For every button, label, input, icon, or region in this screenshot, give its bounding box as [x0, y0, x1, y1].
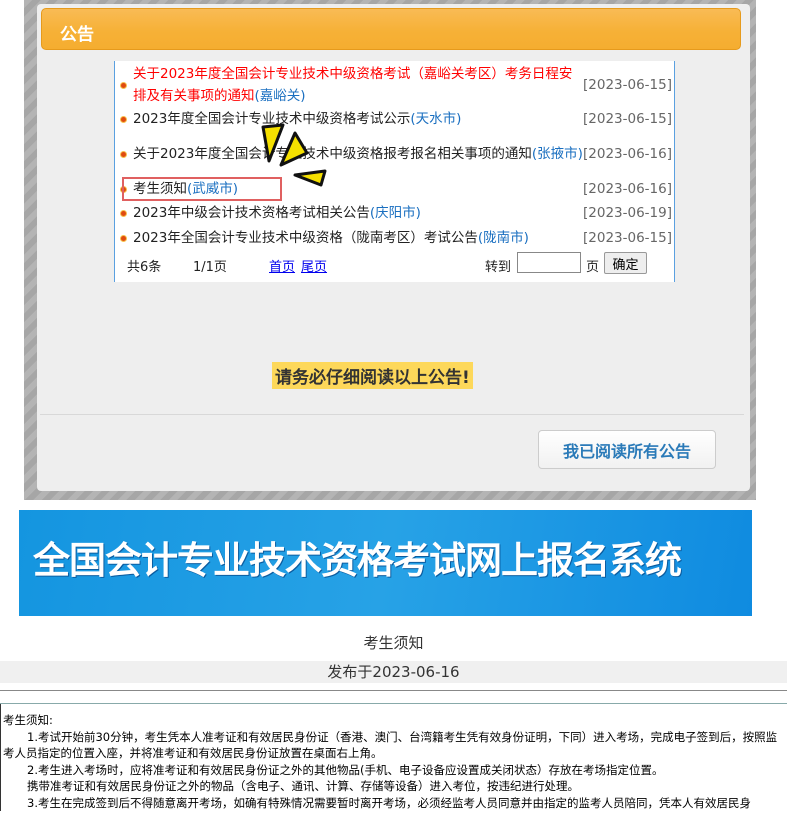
list-item[interactable]: 关于2023年度全国会计专业技术中级资格考试（嘉峪关考区）考务日程安排及有关事项… — [115, 63, 676, 107]
item-title: 2023年中级会计技术资格考试相关公告 — [133, 205, 370, 221]
article-paragraph: 2.考生进入考场时，应将准考证和有效居民身份证之外的其他物品(手机、电子设备应设… — [27, 762, 664, 777]
bullet-icon — [121, 151, 126, 157]
article-paragraph: 携带准考证和有效居民身份证之外的物品（含电子、通讯、计算、存储等设备）进入考位，… — [27, 779, 579, 793]
bullet-icon — [121, 82, 126, 88]
article-paragraph: 3.考生在完成签到后不得随意离开考场，如确有特殊情况需要暂时离开考场，必须经监考… — [27, 795, 751, 810]
announcement-link[interactable]: 关于2023年度全国会计专业技术中级资格考试（嘉峪关考区）考务日程安排及有关事项… — [133, 63, 583, 107]
item-title: 关于2023年度全国会计专业技术中级资格考试（嘉峪关考区）考务日程安排及有关事项… — [133, 66, 573, 104]
item-date: [2023-06-16] — [583, 146, 672, 162]
item-date: [2023-06-15] — [583, 77, 672, 93]
list-item[interactable]: 2023年中级会计技术资格考试相关公告(庆阳市) [2023-06-19] — [115, 202, 676, 224]
page-unit-label: 页 — [586, 260, 600, 275]
bullet-icon — [121, 116, 126, 122]
panel-header: 公告 — [41, 8, 741, 50]
read-notice: 请务必仔细阅读以上公告! — [272, 362, 473, 389]
announcement-modal-frame: 公告 关于2023年度全国会计专业技术中级资格考试（嘉峪关考区）考务日程安排及有… — [24, 0, 756, 500]
item-city: (张掖市) — [531, 146, 583, 162]
last-page-link[interactable]: 尾页 — [301, 256, 327, 275]
item-city: (嘉峪关) — [254, 88, 306, 104]
announcement-list: 关于2023年度全国会计专业技术中级资格考试（嘉峪关考区）考务日程安排及有关事项… — [114, 61, 675, 282]
announcement-link[interactable]: 2023年中级会计技术资格考试相关公告(庆阳市) — [133, 202, 583, 224]
item-city: (庆阳市) — [369, 205, 421, 221]
list-item[interactable]: 2023年度全国会计专业技术中级资格考试公示(天水市) [2023-06-15] — [115, 108, 676, 130]
goto-page-input[interactable] — [517, 252, 581, 273]
item-city: (陇南市) — [477, 230, 529, 246]
read-all-button[interactable]: 我已阅读所有公告 — [538, 430, 716, 469]
divider — [0, 690, 787, 691]
item-date: [2023-06-16] — [583, 181, 672, 197]
article-paragraph: 1.考试开始前30分钟，考生凭本人准考证和有效居民身份证（香港、澳门、台湾籍考生… — [3, 729, 778, 761]
list-item[interactable]: 关于2023年度全国会计专业技术中级资格报考报名相关事项的通知(张掖市) [20… — [115, 132, 676, 176]
first-page-link[interactable]: 首页 — [269, 256, 295, 275]
attention-arrows-icon — [261, 123, 327, 187]
goto-label: 转到 — [485, 260, 512, 275]
page-indicator: 1/1页 — [193, 260, 227, 275]
announcement-panel: 公告 关于2023年度全国会计专业技术中级资格考试（嘉峪关考区）考务日程安排及有… — [37, 4, 750, 491]
total-count: 共6条 — [127, 260, 162, 275]
article-publish-date: 发布于2023-06-16 — [0, 661, 787, 683]
article-paragraph: 考生须知: — [3, 713, 53, 727]
item-date: [2023-06-15] — [583, 111, 672, 127]
list-item[interactable]: 2023年全国会计专业技术中级资格（陇南考区）考试公告(陇南市) [2023-0… — [115, 227, 676, 249]
bullet-icon — [121, 235, 126, 241]
item-date: [2023-06-19] — [583, 205, 672, 221]
item-city: (天水市) — [410, 111, 462, 127]
announcement-link[interactable]: 2023年度全国会计专业技术中级资格考试公示(天水市) — [133, 108, 583, 130]
article-body: 考生须知: 1.考试开始前30分钟，考生凭本人准考证和有效居民身份证（香港、澳门… — [0, 704, 787, 811]
confirm-button[interactable]: 确定 — [604, 252, 647, 274]
pagination: 共6条 1/1页 首页 尾页 转到 页 确定 — [115, 251, 676, 277]
item-date: [2023-06-15] — [583, 230, 672, 246]
announcement-link[interactable]: 关于2023年度全国会计专业技术中级资格报考报名相关事项的通知(张掖市) — [133, 143, 583, 165]
site-banner: 全国会计专业技术资格考试网上报名系统 — [19, 510, 752, 616]
divider — [40, 414, 744, 415]
bullet-icon — [121, 210, 126, 216]
announcement-link[interactable]: 2023年全国会计专业技术中级资格（陇南考区）考试公告(陇南市) — [133, 227, 583, 249]
item-title: 2023年全国会计专业技术中级资格（陇南考区）考试公告 — [133, 230, 478, 246]
article-title: 考生须知 — [363, 634, 424, 652]
